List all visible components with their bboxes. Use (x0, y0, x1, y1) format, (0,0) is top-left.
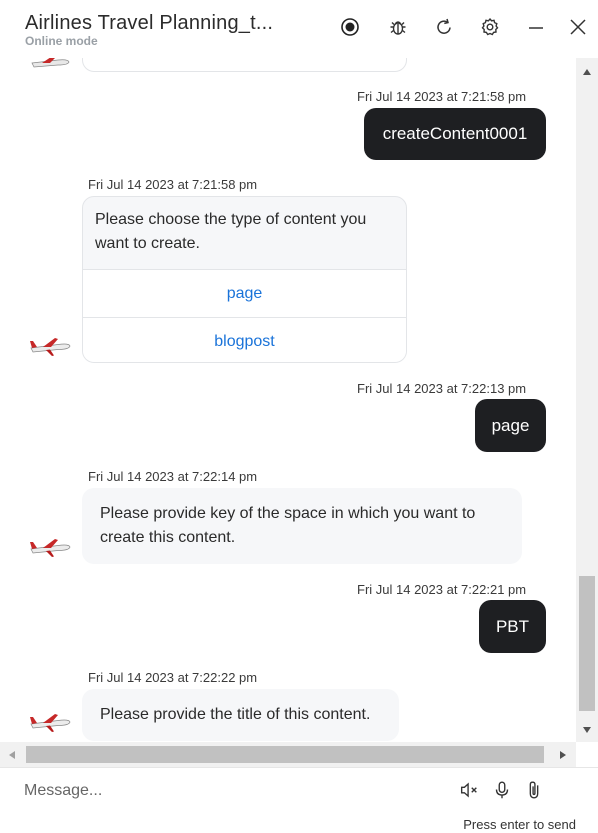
bot-choice-card: Please choose the type of content you wa… (82, 196, 407, 363)
option-blogpost-button[interactable]: blogpost (83, 317, 406, 362)
user-message: PBT (479, 600, 546, 653)
bot-avatar-icon (30, 338, 71, 356)
close-icon[interactable] (565, 14, 591, 40)
scroll-left-arrow-icon[interactable] (8, 750, 16, 760)
bot-avatar-icon (30, 714, 71, 732)
bot-message: Please choose the type of content you wa… (95, 211, 367, 252)
message-timestamp: Fri Jul 14 2023 at 7:22:21 pm (357, 582, 527, 597)
vertical-scrollbar[interactable] (576, 58, 598, 742)
microphone-icon[interactable] (490, 778, 514, 802)
mute-icon[interactable] (457, 778, 481, 802)
message-timestamp: Fri Jul 14 2023 at 7:21:58 pm (357, 89, 527, 104)
scroll-right-arrow-icon[interactable] (559, 750, 567, 760)
minimize-icon[interactable] (523, 14, 549, 40)
chat-messages[interactable]: Fri Jul 14 2023 at 7:21:58 pm createCont… (0, 58, 576, 742)
horizontal-scrollbar[interactable] (0, 742, 576, 767)
bug-icon[interactable] (385, 14, 411, 40)
message-composer: Press enter to send (0, 767, 598, 833)
horizontal-scroll-thumb[interactable] (26, 746, 544, 763)
settings-icon[interactable] (477, 14, 503, 40)
option-page-button[interactable]: page (83, 269, 406, 317)
status-text: Online mode (25, 34, 98, 48)
chat-header: Airlines Travel Planning_t... Online mod… (0, 0, 598, 58)
scroll-down-arrow-icon[interactable] (582, 726, 592, 734)
bot-message: Please provide key of the space in which… (82, 488, 522, 564)
message-timestamp: Fri Jul 14 2023 at 7:21:58 pm (88, 177, 258, 192)
bot-avatar-icon (31, 58, 70, 68)
user-message: page (475, 399, 546, 452)
message-timestamp: Fri Jul 14 2023 at 7:22:13 pm (357, 381, 527, 396)
vertical-scroll-thumb[interactable] (579, 576, 595, 711)
message-timestamp: Fri Jul 14 2023 at 7:22:22 pm (88, 670, 258, 685)
send-hint: Press enter to send (463, 817, 576, 832)
user-message: createContent0001 (364, 108, 546, 160)
attachment-icon[interactable] (522, 778, 546, 802)
message-timestamp: Fri Jul 14 2023 at 7:22:14 pm (88, 469, 258, 484)
message-input[interactable] (14, 778, 434, 804)
record-icon[interactable] (337, 14, 363, 40)
scroll-up-arrow-icon[interactable] (582, 68, 592, 76)
window-title: Airlines Travel Planning_t... (25, 12, 274, 34)
bot-message: Please provide the title of this content… (82, 689, 399, 741)
previous-message-card (82, 58, 407, 72)
refresh-icon[interactable] (431, 14, 457, 40)
bot-avatar-icon (30, 539, 71, 557)
